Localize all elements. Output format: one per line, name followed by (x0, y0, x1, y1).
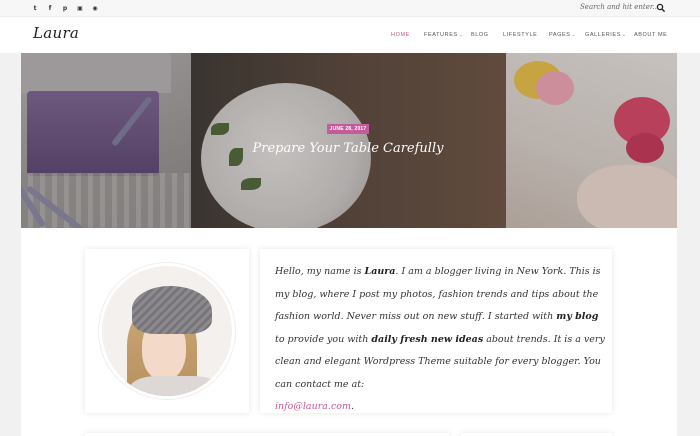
chevron-down-icon: ⌄ (458, 32, 464, 38)
beanie (132, 286, 212, 334)
site-logo[interactable]: Laura (33, 24, 79, 42)
bio-text: . (351, 401, 355, 412)
bio-text: Hello, my name is (275, 266, 365, 277)
bio-highlight: daily fresh new ideas (371, 333, 484, 345)
nav-item-label: GALLERIES (585, 32, 621, 38)
nav-item-about-me[interactable]: ABOUT ME (634, 32, 667, 38)
nav-item-lifestyle[interactable]: LIFESTYLE (503, 32, 537, 38)
twitter-icon[interactable]: t (31, 4, 39, 12)
chevron-down-icon: ⌄ (621, 32, 627, 38)
top-bar: t f p ▣ ◉ Search and hit enter... (0, 0, 700, 17)
site-header: Laura HOME FEATURES⌄ BLOG LIFESTYLE PAGE… (0, 17, 700, 53)
bio-blog-link[interactable]: my blog (556, 311, 598, 322)
facebook-icon[interactable]: f (46, 4, 54, 12)
nav-item-pages[interactable]: PAGES⌄ (549, 32, 576, 38)
nav-item-label: PAGES (549, 32, 571, 38)
nav-item-home[interactable]: HOME (391, 32, 410, 38)
search-icon[interactable] (656, 3, 666, 13)
nav-item-features[interactable]: FEATURES⌄ (424, 32, 464, 38)
bio-text: to provide you with (275, 333, 372, 345)
about-text-card: Hello, my name is Laura. I am a blogger … (260, 249, 612, 413)
nav-item-blog[interactable]: BLOG (471, 32, 489, 38)
email-link[interactable]: info@laura.com (275, 401, 351, 412)
nav-item-galleries[interactable]: GALLERIES⌄ (585, 32, 627, 38)
instagram-icon[interactable]: ▣ (76, 4, 84, 12)
shirt (130, 376, 220, 396)
hero-post-title[interactable]: Prepare Your Table Carefully (250, 141, 446, 156)
about-bio: Hello, my name is Laura. I am a blogger … (275, 261, 607, 419)
social-links: t f p ▣ ◉ (31, 4, 99, 12)
avatar (99, 263, 235, 399)
dribbble-icon[interactable]: ◉ (91, 4, 99, 12)
about-photo-card (85, 249, 249, 413)
chevron-down-icon: ⌄ (571, 32, 577, 38)
nav-item-label: FEATURES (424, 32, 458, 38)
main-content: Hello, my name is Laura. I am a blogger … (21, 228, 677, 436)
pinterest-icon[interactable]: p (61, 4, 69, 12)
post-date-badge: JUNE 28, 2017 (327, 124, 369, 134)
search-input[interactable]: Search and hit enter... (580, 3, 659, 11)
bio-name: Laura (364, 266, 396, 277)
